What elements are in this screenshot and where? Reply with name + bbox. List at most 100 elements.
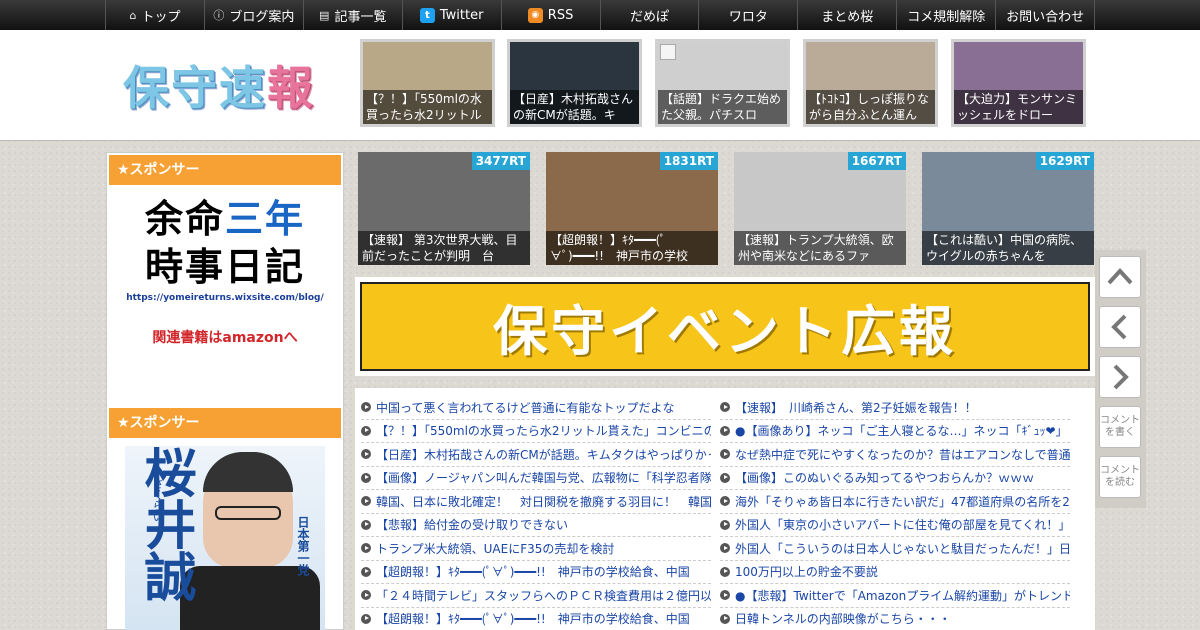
chevron-left-icon <box>1111 314 1127 340</box>
sponsor-heading: ★スポンサー <box>109 408 341 438</box>
article-link[interactable]: 【超朗報！】ｷﾀ━━━(ﾟ∀ﾟ)━━━!! 神戸市の学校給食、中国 <box>361 561 711 584</box>
article-title: 【画像】このぬいぐるみ知ってるやつおらんか？ｗｗｗ <box>735 471 1035 486</box>
rt-thumb-1[interactable]: 3477RT 【速報】 第3次世界大戦、目前だったことが判明 台 <box>358 152 530 265</box>
article-link[interactable]: 【？！】「550mlの水買ったら水2リットル貰えた」コンビニの <box>361 420 711 443</box>
nav-item-comment-unban[interactable]: コメ規制解除 <box>896 0 995 30</box>
portrait-glasses <box>215 506 281 520</box>
portrait-hair-top <box>203 452 293 492</box>
play-bullet-icon <box>361 566 371 577</box>
sponsor-ad-yomei[interactable]: 余命三年 時事日記 https://yomeireturns.wixsite.c… <box>125 195 325 380</box>
article-link[interactable]: 【速報】 川崎希さん、第2子妊娠を報告！！ <box>720 396 1070 420</box>
play-bullet-icon <box>361 613 371 624</box>
article-link[interactable]: 【超朗報！】ｷﾀ━━━(ﾟ∀ﾟ)━━━!! 神戸市の学校給食、中国 <box>361 608 711 630</box>
play-bullet-icon <box>720 496 730 507</box>
play-bullet-icon <box>720 566 730 577</box>
article-link[interactable]: 「２４時間テレビ」スタッフらへのＰＣＲ検査費用は２億円以 <box>361 584 711 608</box>
article-link[interactable]: 中国って悪く言われてるけど普通に有能なトップだよな <box>361 396 711 420</box>
thumb-caption: 【？！】「550mlの水買ったら水2リットル <box>363 90 492 124</box>
nav-item-matome-sakura[interactable]: まとめ桜 <box>797 0 896 30</box>
header-thumb-3[interactable]: 【話題】ドラクエ始めた父親。パチスロ <box>655 39 790 127</box>
article-link[interactable]: 外国人「こういうのは日本人じゃないと駄目だったんだ！」日 <box>720 537 1070 561</box>
header-thumb-5[interactable]: 【大迫力】モンサンミッシェルをドロー <box>951 39 1086 127</box>
rt-count-badge: 3477RT <box>471 152 530 170</box>
article-title: 【画像】ノージャパン叫んだ韓国与党、広報物に「科学忍者隊 <box>376 471 711 486</box>
article-link[interactable]: 【悲報】給付金の受け取りできない <box>361 514 711 537</box>
rss-icon: ◉ <box>527 7 543 23</box>
play-bullet-icon <box>361 519 371 530</box>
floating-buttons: コメントを書く コメントを読む <box>1095 250 1146 508</box>
play-bullet-icon <box>361 402 371 413</box>
article-column-left: 中国って悪く言われてるけど普通に有能なトップだよな【？！】「550mlの水買った… <box>361 396 711 630</box>
nav-item-article-list[interactable]: ▤ 記事一覧 <box>302 0 402 30</box>
article-title: 【日産】木村拓哉さんの新CMが話題。キムタクはやっぱりかっ <box>376 447 711 462</box>
article-link[interactable]: 外国人「東京の小さいアパートに住む俺の部屋を見てくれ！」 <box>720 514 1070 537</box>
nav-item-rss[interactable]: ◉ RSS <box>500 0 600 30</box>
article-link[interactable]: 日韓トンネルの内部映像がこちら・・・ <box>720 608 1070 630</box>
sidebar: ★スポンサー 余命三年 時事日記 https://yomeireturns.wi… <box>106 152 344 630</box>
play-bullet-icon <box>720 613 730 624</box>
play-bullet-icon <box>720 543 730 554</box>
article-title: 100万円以上の貯金不要説 <box>735 565 878 580</box>
article-title: ●【画像あり】ネッコ「ご主人寝とるな…」ネッコ「ｷﾞｭｯ❤」 <box>735 424 1068 439</box>
read-comment-button[interactable]: コメントを読む <box>1099 456 1141 498</box>
play-bullet-icon <box>361 496 371 507</box>
article-link[interactable]: 【画像】ノージャパン叫んだ韓国与党、広報物に「科学忍者隊 <box>361 467 711 490</box>
twitter-icon: t <box>419 7 435 23</box>
next-button[interactable] <box>1099 356 1141 398</box>
header-thumb-4[interactable]: 【ﾄｺﾄｺ】しっぽ振りながら自分ふとん運ん <box>803 39 938 127</box>
previous-button[interactable] <box>1099 306 1141 348</box>
play-bullet-icon <box>361 425 371 436</box>
sponsor-heading: ★スポンサー <box>109 155 341 185</box>
play-bullet-icon <box>361 472 371 483</box>
list-icon: ▤ <box>319 8 330 22</box>
banner-text: 保守イベント広報 <box>493 300 957 363</box>
article-title: 【超朗報！】ｷﾀ━━━(ﾟ∀ﾟ)━━━!! 神戸市の学校給食、中国 <box>376 565 690 580</box>
article-list: 中国って悪く言われてるけど普通に有能なトップだよな【？！】「550mlの水買った… <box>355 388 1095 630</box>
nav-item-blog-info[interactable]: ⓘ ブログ案内 <box>203 0 303 30</box>
thumb-caption: 【超朗報！】ｷﾀ━━━(ﾟ∀ﾟ)━━━!! 神戸市の学校 <box>546 231 718 265</box>
rt-thumb-2[interactable]: 1831RT 【超朗報！】ｷﾀ━━━(ﾟ∀ﾟ)━━━!! 神戸市の学校 <box>546 152 718 265</box>
rt-thumb-3[interactable]: 1667RT 【速報】トランプ大統領、欧州や南米などにあるファ <box>734 152 906 265</box>
nav-item-damepo[interactable]: だめぽ <box>599 0 699 30</box>
thumb-caption: 【大迫力】モンサンミッシェルをドロー <box>954 90 1083 124</box>
header-thumb-1[interactable]: 【？！】「550mlの水買ったら水2リットル <box>360 39 495 127</box>
article-link[interactable]: トランプ米大統領、UAEにF35の売却を検討 <box>361 537 711 561</box>
play-bullet-icon <box>720 519 730 530</box>
article-link[interactable]: 100万円以上の貯金不要説 <box>720 561 1070 584</box>
article-title: 【超朗報！】ｷﾀ━━━(ﾟ∀ﾟ)━━━!! 神戸市の学校給食、中国 <box>376 612 690 627</box>
thumb-caption: 【話題】ドラクエ始めた父親。パチスロ <box>658 90 787 124</box>
play-bullet-icon <box>361 543 371 554</box>
top-navbar: ⌂ トップ ⓘ ブログ案内 ▤ 記事一覧 t Twitter ◉ RSS だめぽ ワロタ … <box>0 0 1200 30</box>
article-link[interactable]: 【画像】このぬいぐるみ知ってるやつおらんか？ｗｗｗ <box>720 467 1070 490</box>
write-comment-button[interactable]: コメントを書く <box>1099 406 1141 448</box>
article-title: 中国って悪く言われてるけど普通に有能なトップだよな <box>376 400 675 415</box>
sponsor-ad-sakurai[interactable]: 桜井誠 さくらい 日本第一党 <box>125 446 325 630</box>
article-title: 【？！】「550mlの水買ったら水2リットル貰えた」コンビニの <box>376 424 711 439</box>
article-title: 【速報】 川崎希さん、第2子妊娠を報告！！ <box>735 400 977 415</box>
article-title: 韓国、日本に敗北確定！ 対日関税を撤廃する羽目に！ 韓国 <box>376 494 711 509</box>
article-link[interactable]: 韓国、日本に敗北確定！ 対日関税を撤廃する羽目に！ 韓国 <box>361 490 711 514</box>
site-logo[interactable]: 保守速報 <box>123 52 315 118</box>
play-bullet-icon <box>361 590 371 601</box>
nav-item-twitter[interactable]: t Twitter <box>401 0 501 30</box>
article-title: 外国人「こういうのは日本人じゃないと駄目だったんだ！」日 <box>735 541 1070 556</box>
article-link[interactable]: 【日産】木村拓哉さんの新CMが話題。キムタクはやっぱりかっ <box>361 443 711 467</box>
article-link[interactable]: なぜ熱中症で死にやすくなったのか？昔はエアコンなしで普通 <box>720 443 1070 467</box>
thumb-caption: 【これは酷い】中国の病院、ウイグルの赤ちゃんを <box>922 231 1094 265</box>
nav-item-contact[interactable]: お問い合わせ <box>995 0 1096 30</box>
nav-menu: ⌂ トップ ⓘ ブログ案内 ▤ 記事一覧 t Twitter ◉ RSS だめぽ ワロタ … <box>105 0 1096 30</box>
article-title: 【悲報】給付金の受け取りできない <box>376 518 569 533</box>
amazon-link[interactable]: 関連書籍はamazonへ <box>125 327 325 347</box>
nav-item-warota[interactable]: ワロタ <box>698 0 797 30</box>
header-thumb-2[interactable]: 【日産】木村拓哉さんの新CMが話題。キ <box>507 39 642 127</box>
article-link[interactable]: 海外「そりゃあ皆日本に行きたい訳だ」47都道府県の名所を2 <box>720 490 1070 514</box>
nav-item-top[interactable]: ⌂ トップ <box>105 0 204 30</box>
rt-thumb-4[interactable]: 1629RT 【これは酷い】中国の病院、ウイグルの赤ちゃんを <box>922 152 1094 265</box>
article-link[interactable]: ●【悲報】Twitterで「Amazonプライム解約運動」がトレンド1位 <box>720 584 1070 608</box>
article-link[interactable]: ●【画像あり】ネッコ「ご主人寝とるな…」ネッコ「ｷﾞｭｯ❤」 <box>720 420 1070 443</box>
rt-count-badge: 1629RT <box>1035 152 1094 170</box>
article-title: ●【悲報】Twitterで「Amazonプライム解約運動」がトレンド1位 <box>735 588 1070 603</box>
event-banner[interactable]: 保守イベント広報 <box>355 277 1095 376</box>
home-icon: ⌂ <box>129 8 137 22</box>
scroll-top-button[interactable] <box>1099 256 1141 298</box>
